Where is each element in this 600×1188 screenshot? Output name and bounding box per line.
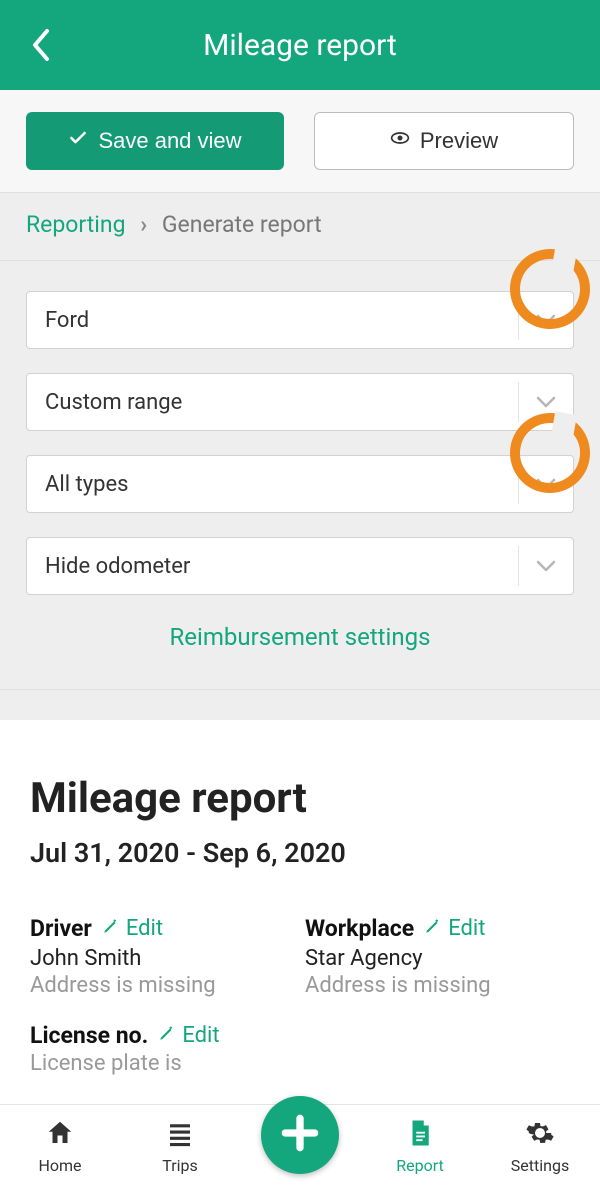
plus-icon xyxy=(278,1111,322,1159)
filters-panel: Ford Custom range All types Hide odomete… xyxy=(0,261,600,690)
workplace-value: Star Agency xyxy=(305,946,570,971)
reimbursement-row: Reimbursement settings xyxy=(26,595,574,659)
chevron-down-icon xyxy=(518,546,573,586)
save-button-label: Save and view xyxy=(98,128,241,154)
reimbursement-settings-link[interactable]: Reimbursement settings xyxy=(170,623,431,651)
driver-value: John Smith xyxy=(30,946,295,971)
edit-label: Edit xyxy=(126,916,163,941)
list-icon xyxy=(165,1118,195,1152)
license-label: License no. xyxy=(30,1022,148,1049)
breadcrumb-root[interactable]: Reporting xyxy=(26,211,126,238)
license-missing: License plate is xyxy=(30,1051,295,1076)
section-gap xyxy=(0,690,600,720)
bottom-nav: Home Trips Report Settings xyxy=(0,1104,600,1188)
workplace-missing: Address is missing xyxy=(305,973,570,998)
breadcrumb-current: Generate report xyxy=(162,211,322,238)
nav-label: Home xyxy=(38,1156,81,1175)
chevron-down-icon xyxy=(518,382,573,422)
odometer-select[interactable]: Hide odometer xyxy=(26,537,574,595)
nav-label: Trips xyxy=(162,1156,198,1175)
breadcrumb: Reporting › Generate report xyxy=(0,193,600,261)
back-button[interactable] xyxy=(20,25,60,65)
pencil-icon xyxy=(102,916,120,941)
nav-label: Report xyxy=(396,1156,444,1175)
add-button[interactable] xyxy=(261,1096,339,1174)
edit-label: Edit xyxy=(448,916,485,941)
report-title: Mileage report xyxy=(30,774,570,823)
workplace-block: Workplace Edit Star Agency Address is mi… xyxy=(305,915,570,998)
types-select-value: All types xyxy=(45,472,129,497)
vehicle-select-value: Ford xyxy=(45,308,89,333)
driver-block: Driver Edit John Smith Address is missin… xyxy=(30,915,295,998)
eye-icon xyxy=(390,128,410,154)
types-select[interactable]: All types xyxy=(26,455,574,513)
nav-home[interactable]: Home xyxy=(0,1105,120,1188)
workplace-label: Workplace xyxy=(305,915,414,942)
driver-label: Driver xyxy=(30,915,92,942)
date-range-select[interactable]: Custom range xyxy=(26,373,574,431)
license-block: License no. Edit License plate is xyxy=(30,1022,295,1076)
nav-report[interactable]: Report xyxy=(360,1105,480,1188)
check-icon xyxy=(68,128,88,154)
action-bar: Save and view Preview xyxy=(0,90,600,193)
edit-workplace-link[interactable]: Edit xyxy=(424,916,485,941)
nav-trips[interactable]: Trips xyxy=(120,1105,240,1188)
pencil-icon xyxy=(424,916,442,941)
date-range-select-value: Custom range xyxy=(45,390,182,415)
chevron-down-icon xyxy=(518,300,573,340)
edit-label: Edit xyxy=(182,1023,219,1048)
chevron-down-icon xyxy=(518,464,573,504)
gear-icon xyxy=(525,1118,555,1152)
edit-license-link[interactable]: Edit xyxy=(158,1023,219,1048)
pencil-icon xyxy=(158,1023,176,1048)
page-title: Mileage report xyxy=(203,28,397,63)
preview-button-label: Preview xyxy=(420,128,498,154)
nav-settings[interactable]: Settings xyxy=(480,1105,600,1188)
nav-add-wrap xyxy=(240,1105,360,1188)
report-date-range: Jul 31, 2020 - Sep 6, 2020 xyxy=(30,837,570,869)
odometer-select-value: Hide odometer xyxy=(45,554,190,579)
chevron-right-icon: › xyxy=(140,211,147,238)
vehicle-select[interactable]: Ford xyxy=(26,291,574,349)
document-icon xyxy=(405,1118,435,1152)
nav-label: Settings xyxy=(511,1156,569,1175)
driver-missing: Address is missing xyxy=(30,973,295,998)
edit-driver-link[interactable]: Edit xyxy=(102,916,163,941)
top-bar: Mileage report xyxy=(0,0,600,90)
home-icon xyxy=(45,1118,75,1152)
preview-button[interactable]: Preview xyxy=(314,112,574,170)
save-and-view-button[interactable]: Save and view xyxy=(26,112,284,170)
